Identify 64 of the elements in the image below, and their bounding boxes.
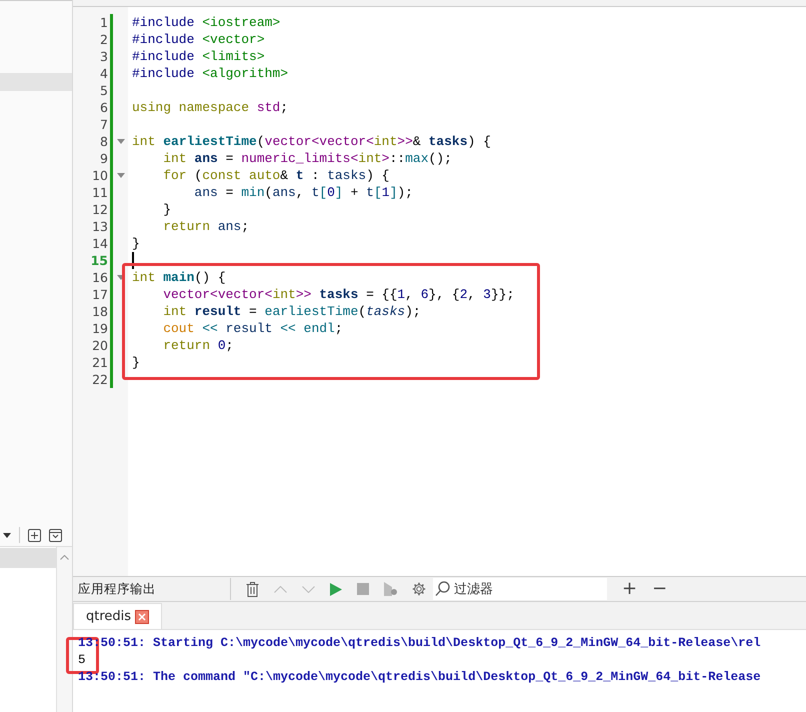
chevron-down-icon[interactable] <box>302 586 315 592</box>
line-number: 1 <box>99 15 108 30</box>
line-number: 7 <box>99 117 108 132</box>
line-number: 4 <box>99 66 108 81</box>
line-number: 13 <box>91 219 108 234</box>
settings-icon[interactable] <box>412 582 426 596</box>
code-line: #include <algorithm> <box>132 65 288 82</box>
play-icon[interactable] <box>330 582 342 596</box>
code-line: int ans = numeric_limits<int>::max(); <box>162 150 452 167</box>
code-line: return 0; <box>162 337 234 354</box>
search-icon <box>435 581 451 597</box>
scrollbar[interactable] <box>56 547 72 712</box>
fold-arrow-icon[interactable] <box>116 139 124 144</box>
line-number: 8 <box>99 134 108 149</box>
line-number: 12 <box>91 202 108 217</box>
code-line: vector<vector<int>> tasks = {{1, 6}, {2, 3}}; <box>162 286 514 303</box>
code-line: ans = min(ans, t[0] + t[1]); <box>193 184 413 201</box>
add-split-icon[interactable] <box>28 528 41 542</box>
code-line: } <box>132 354 140 371</box>
collapse-icon[interactable] <box>49 528 62 542</box>
line-number: 20 <box>91 338 108 353</box>
line-number: 9 <box>99 151 108 166</box>
line-number: 22 <box>91 372 108 387</box>
code-line: int result = earliestTime(tasks); <box>162 303 421 320</box>
code-line: } <box>162 201 172 218</box>
fold-arrow-icon[interactable] <box>116 275 124 280</box>
close-icon[interactable] <box>135 610 150 624</box>
line-number: 19 <box>91 321 108 336</box>
code-line: #include <limits> <box>132 48 265 65</box>
toolbar-button[interactable]: + <box>622 579 638 599</box>
line-number: 18 <box>91 304 108 319</box>
line-number: 11 <box>91 185 108 200</box>
trash-icon[interactable] <box>246 582 259 596</box>
line-number: 17 <box>91 287 108 302</box>
code-line: #include <iostream> <box>132 14 280 31</box>
code-line: cout << result << endl; <box>162 320 343 337</box>
filter-field[interactable]: 过滤器 <box>433 578 607 600</box>
debug-run-icon[interactable] <box>384 582 397 596</box>
line-number: 21 <box>91 355 108 370</box>
code-line: using namespace std; <box>132 99 288 116</box>
line-number: 14 <box>91 236 108 251</box>
code-line: #include <vector> <box>132 31 265 48</box>
output-line: 13:50:51: The command "C:\mycode\mycode\qtredis\build\Desktop_Qt_6_9_2_MinGW_64_bit-Release <box>78 669 762 686</box>
code-line: int main() { <box>132 269 226 286</box>
fold-arrow-icon[interactable] <box>116 173 124 178</box>
text-cursor <box>132 252 134 269</box>
code-line: int earliestTime(vector<vector<int>>& tasks) { <box>132 133 491 150</box>
code-line: for (const auto& t : tasks) { <box>162 167 390 184</box>
output-line: 5 <box>78 652 87 669</box>
line-number: 6 <box>99 100 108 115</box>
line-number: 5 <box>99 83 108 98</box>
line-number: 3 <box>99 49 108 64</box>
code-line: return ans; <box>162 218 250 235</box>
toolbar-button[interactable]: − <box>652 579 668 599</box>
line-number: 16 <box>91 270 108 285</box>
line-number: 2 <box>99 32 108 47</box>
output-tab[interactable]: qtredis <box>73 603 162 629</box>
line-number: 10 <box>91 168 108 183</box>
code-line: } <box>132 235 140 252</box>
panel-title: 应用程序输出 <box>78 580 157 598</box>
line-number: 15 <box>90 253 108 268</box>
caret-down-icon[interactable] <box>3 532 11 538</box>
scroll-up-icon[interactable] <box>60 555 69 560</box>
chevron-up-icon[interactable] <box>274 586 287 592</box>
